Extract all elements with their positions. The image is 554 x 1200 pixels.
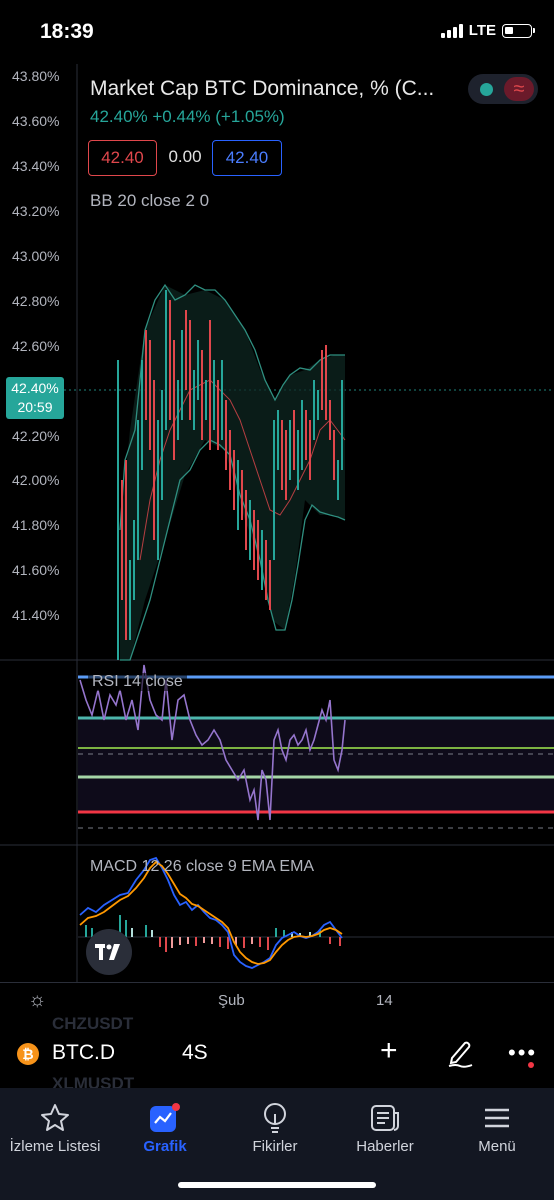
home-indicator <box>178 1182 376 1188</box>
macd-indicator-label[interactable]: MACD 12 26 close 9 EMA EMA <box>90 858 314 876</box>
spread-value: 0.00 <box>168 147 202 166</box>
tab-news[interactable]: Haberler <box>330 1088 440 1155</box>
price-label: 41.80% <box>12 517 60 533</box>
tab-label: Fikirler <box>252 1138 298 1155</box>
buy-price-box[interactable]: 42.40 <box>212 140 282 176</box>
time-label: 14 <box>376 992 393 1009</box>
time-label: Şub <box>218 992 245 1009</box>
price-label: 43.20% <box>12 203 60 219</box>
price-label: 43.00% <box>12 248 60 264</box>
price-label: 42.00% <box>12 472 60 488</box>
price-label: 42.20% <box>12 428 60 444</box>
current-price-badge: 42.40% 20:59 <box>6 377 64 419</box>
tab-label: Menü <box>478 1138 516 1155</box>
tab-watchlist[interactable]: İzleme Listesi <box>0 1088 110 1155</box>
bulb-icon <box>220 1098 330 1138</box>
tradingview-logo-icon[interactable] <box>86 929 132 975</box>
bitcoin-icon: ₿ <box>17 1043 39 1065</box>
rsi-indicator-label[interactable]: RSI 14 close <box>88 673 187 691</box>
symbol-button[interactable]: BTC.D <box>52 1041 115 1065</box>
price-label: 41.40% <box>12 607 60 623</box>
price-label: 43.40% <box>12 158 60 174</box>
bar-countdown: 20:59 <box>17 399 53 415</box>
news-icon <box>330 1098 440 1138</box>
bb-indicator-label[interactable]: BB 20 close 2 0 <box>90 191 209 211</box>
pen-icon[interactable] <box>446 1038 474 1073</box>
ghost-symbol: CHZUSDT <box>52 1014 134 1033</box>
plus-icon[interactable]: + <box>380 1036 398 1066</box>
sell-price-box[interactable]: 42.40 <box>88 140 157 176</box>
star-icon <box>0 1098 110 1138</box>
price-label: 42.60% <box>12 338 60 354</box>
price-label: 43.60% <box>12 113 60 129</box>
wave-icon[interactable]: ≈ <box>504 77 534 101</box>
chart-icon <box>110 1098 220 1138</box>
menu-icon <box>442 1098 552 1138</box>
notification-dot <box>528 1062 534 1068</box>
price-label: 43.80% <box>12 68 60 84</box>
interval-button[interactable]: 4S <box>182 1041 208 1065</box>
price-label: 42.80% <box>12 293 60 309</box>
tab-label: İzleme Listesi <box>9 1138 101 1155</box>
price-label: 41.60% <box>12 562 60 578</box>
chart-type-toggle[interactable]: ≈ <box>468 74 538 104</box>
current-price: 42.40% <box>11 380 59 396</box>
chart-title[interactable]: Market Cap BTC Dominance, % (C... <box>90 77 434 101</box>
tab-menu[interactable]: Menü <box>442 1088 552 1155</box>
tab-ideas[interactable]: Fikirler <box>220 1088 330 1155</box>
tab-label: Grafik <box>143 1138 187 1155</box>
price-change: 42.40% +0.44% (+1.05%) <box>90 107 285 126</box>
tab-label: Haberler <box>356 1138 414 1155</box>
status-dot-icon <box>480 83 493 96</box>
tab-chart[interactable]: Grafik <box>110 1088 220 1155</box>
gear-icon[interactable]: ☼ <box>28 989 46 1012</box>
